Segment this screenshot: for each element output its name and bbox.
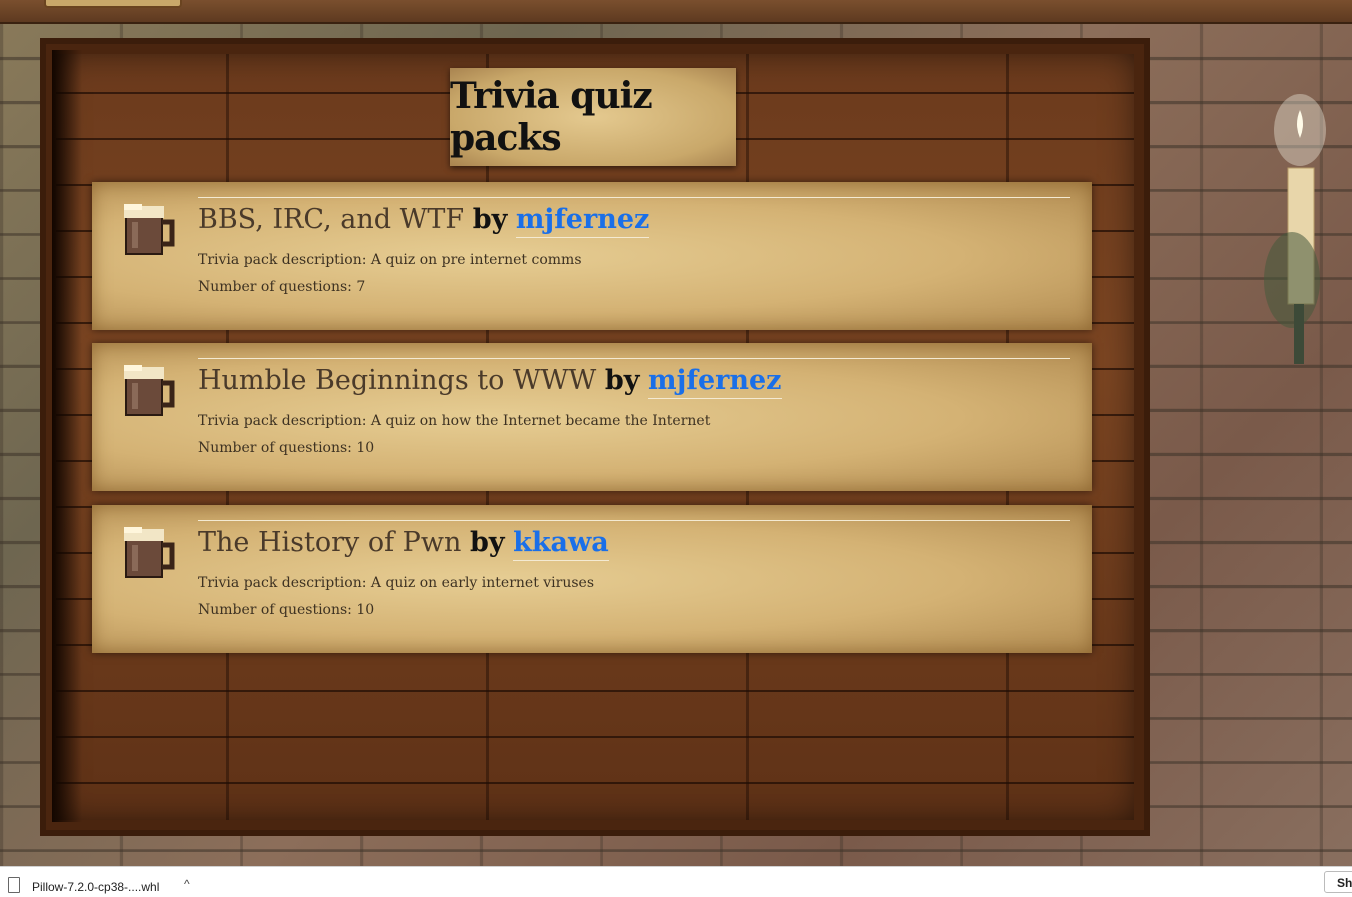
quiz-pack-card[interactable]: Humble Beginnings to WWW by mjfernez Tri… xyxy=(92,343,1092,491)
header-nav-tab[interactable] xyxy=(44,0,182,8)
divider xyxy=(198,520,1070,521)
pack-author-link[interactable]: kkawa xyxy=(513,527,609,561)
site-header-bar xyxy=(0,0,1352,24)
beer-mug-icon xyxy=(124,527,175,578)
pack-name-link[interactable]: BBS, IRC, and WTF xyxy=(198,204,464,235)
divider xyxy=(198,197,1070,198)
divider xyxy=(198,358,1070,359)
quiz-pack-card[interactable]: BBS, IRC, and WTF by mjfernez Trivia pac… xyxy=(92,182,1092,330)
page-title: Trivia quiz packs xyxy=(450,75,653,159)
beer-mug-icon xyxy=(124,365,175,416)
board-shadow xyxy=(52,50,82,822)
pack-by-label: by xyxy=(469,527,505,558)
pack-by-label: by xyxy=(604,365,640,396)
title-plaque: Trivia quiz packs xyxy=(450,68,736,166)
pack-name-link[interactable]: The History of Pwn xyxy=(198,527,461,558)
candle-icon xyxy=(1264,94,1326,364)
chevron-up-icon[interactable]: ^ xyxy=(184,877,190,891)
pack-author-link[interactable]: mjfernez xyxy=(515,204,650,238)
pack-question-count: Number of questions: 10 xyxy=(198,440,375,456)
pack-description: Trivia pack description: A quiz on early… xyxy=(198,575,595,591)
pack-description: Trivia pack description: A quiz on how t… xyxy=(198,413,711,429)
pack-question-count: Number of questions: 7 xyxy=(198,279,366,295)
file-icon xyxy=(8,877,20,893)
pack-name-link[interactable]: Humble Beginnings to WWW xyxy=(198,365,596,396)
download-file-name[interactable]: Pillow-7.2.0-cp38-....whl xyxy=(32,880,159,894)
pack-description: Trivia pack description: A quiz on pre i… xyxy=(198,252,582,268)
beer-mug-icon xyxy=(124,204,175,255)
pack-by-label: by xyxy=(472,204,508,235)
pack-title: The History of Pwn by kkawa xyxy=(198,527,609,561)
pack-title: Humble Beginnings to WWW by mjfernez xyxy=(198,365,782,399)
pack-author-link[interactable]: mjfernez xyxy=(648,365,782,399)
quiz-pack-card[interactable]: The History of Pwn by kkawa Trivia pack … xyxy=(92,505,1092,653)
pack-question-count: Number of questions: 10 xyxy=(198,602,375,618)
show-all-button[interactable]: Sh xyxy=(1324,871,1352,893)
download-bar: Pillow-7.2.0-cp38-....whl ^ Sh xyxy=(0,866,1352,897)
pack-title: BBS, IRC, and WTF by mjfernez xyxy=(198,204,650,238)
